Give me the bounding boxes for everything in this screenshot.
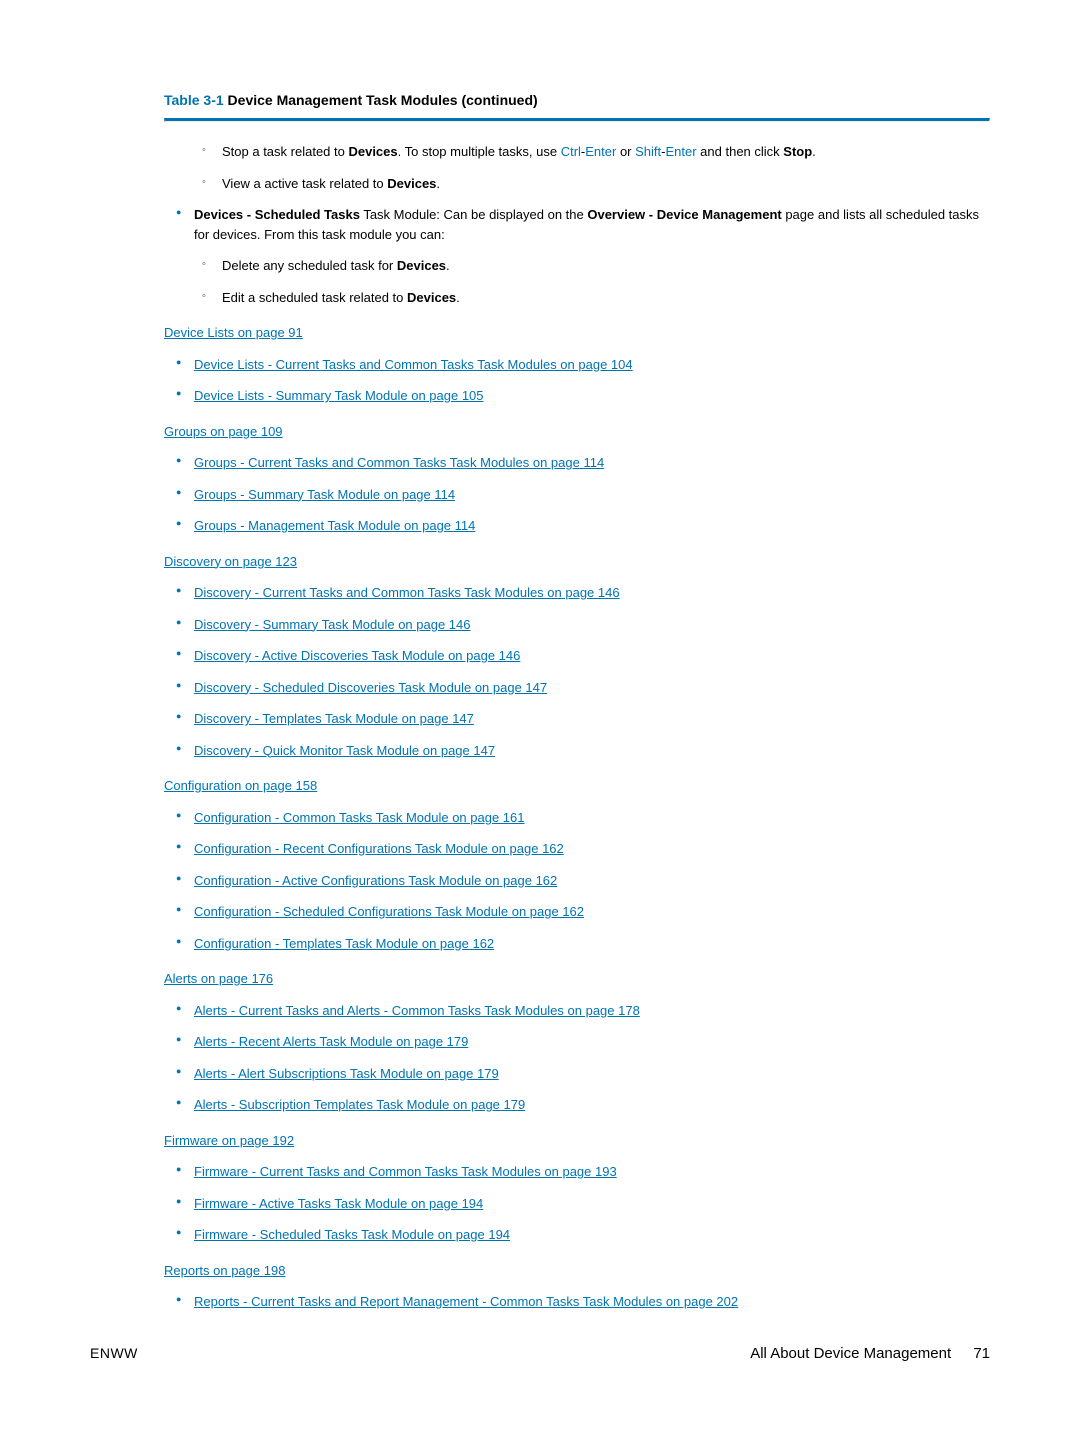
list-item-link[interactable]: Firmware - Current Tasks and Common Task… — [194, 1164, 617, 1179]
list-item: Alerts - Current Tasks and Alerts - Comm… — [164, 1001, 990, 1021]
footer-section-title: All About Device Management — [750, 1345, 951, 1362]
list-item: Configuration - Common Tasks Task Module… — [164, 808, 990, 828]
list-item-link[interactable]: Alerts - Subscription Templates Task Mod… — [194, 1097, 525, 1112]
list-item: Discovery - Templates Task Module on pag… — [164, 709, 990, 729]
sub-item-stop-task: Stop a task related to Devices. To stop … — [164, 142, 990, 162]
list-item-link[interactable]: Firmware - Active Tasks Task Module on p… — [194, 1196, 483, 1211]
content-body: Stop a task related to Devices. To stop … — [164, 128, 990, 1312]
list-item-link[interactable]: Firmware - Scheduled Tasks Task Module o… — [194, 1227, 510, 1242]
list-item-link[interactable]: Discovery - Quick Monitor Task Module on… — [194, 743, 495, 758]
footer-left: ENWW — [90, 1343, 138, 1364]
section-heading-link[interactable]: Groups on page 109 — [164, 424, 283, 439]
list-item-link[interactable]: Groups - Summary Task Module on page 114 — [194, 487, 455, 502]
list-item-link[interactable]: Groups - Current Tasks and Common Tasks … — [194, 455, 604, 470]
list-item: Configuration - Active Configurations Ta… — [164, 871, 990, 891]
list-item: Discovery - Summary Task Module on page … — [164, 615, 990, 635]
scheduled-tasks-bullet: Devices - Scheduled Tasks Task Module: C… — [164, 205, 990, 244]
section-heading: Configuration on page 158 — [164, 776, 990, 796]
list-item: Alerts - Subscription Templates Task Mod… — [164, 1095, 990, 1115]
list-item-link[interactable]: Discovery - Active Discoveries Task Modu… — [194, 648, 520, 663]
section-heading-link[interactable]: Discovery on page 123 — [164, 554, 297, 569]
list-item-link[interactable]: Device Lists - Current Tasks and Common … — [194, 357, 633, 372]
section-heading: Reports on page 198 — [164, 1261, 990, 1281]
list-item-link[interactable]: Discovery - Scheduled Discoveries Task M… — [194, 680, 547, 695]
list-item-link[interactable]: Reports - Current Tasks and Report Manag… — [194, 1294, 738, 1309]
list-item: Discovery - Scheduled Discoveries Task M… — [164, 678, 990, 698]
section-heading: Firmware on page 192 — [164, 1131, 990, 1151]
footer-right: All About Device Management 71 — [750, 1343, 990, 1366]
list-item-link[interactable]: Alerts - Recent Alerts Task Module on pa… — [194, 1034, 468, 1049]
list-item-link[interactable]: Groups - Management Task Module on page … — [194, 518, 475, 533]
page-footer: ENWW All About Device Management 71 — [90, 1343, 990, 1366]
list-item: Discovery - Active Discoveries Task Modu… — [164, 646, 990, 666]
list-item-link[interactable]: Discovery - Current Tasks and Common Tas… — [194, 585, 620, 600]
sub-item-delete-scheduled: Delete any scheduled task for Devices. — [164, 256, 990, 276]
list-item-link[interactable]: Alerts - Current Tasks and Alerts - Comm… — [194, 1003, 640, 1018]
list-item-link[interactable]: Alerts - Alert Subscriptions Task Module… — [194, 1066, 499, 1081]
list-item-link[interactable]: Configuration - Templates Task Module on… — [194, 936, 494, 951]
list-item: Alerts - Recent Alerts Task Module on pa… — [164, 1032, 990, 1052]
section-heading-link[interactable]: Firmware on page 192 — [164, 1133, 294, 1148]
list-item: Firmware - Scheduled Tasks Task Module o… — [164, 1225, 990, 1245]
list-item: Device Lists - Summary Task Module on pa… — [164, 386, 990, 406]
sub-item-edit-scheduled: Edit a scheduled task related to Devices… — [164, 288, 990, 308]
section-list: Device Lists - Current Tasks and Common … — [164, 355, 990, 406]
section-heading: Device Lists on page 91 — [164, 323, 990, 343]
list-item: Discovery - Current Tasks and Common Tas… — [164, 583, 990, 603]
footer-page-number: 71 — [973, 1345, 990, 1362]
section-list: Firmware - Current Tasks and Common Task… — [164, 1162, 990, 1245]
list-item-link[interactable]: Device Lists - Summary Task Module on pa… — [194, 388, 484, 403]
sub-item-view-task: View a active task related to Devices. — [164, 174, 990, 194]
table-title: Device Management Task Modules (continue… — [228, 92, 538, 108]
list-item: Device Lists - Current Tasks and Common … — [164, 355, 990, 375]
list-item: Reports - Current Tasks and Report Manag… — [164, 1292, 990, 1312]
list-item: Firmware - Current Tasks and Common Task… — [164, 1162, 990, 1182]
list-item: Discovery - Quick Monitor Task Module on… — [164, 741, 990, 761]
list-item: Configuration - Recent Configurations Ta… — [164, 839, 990, 859]
page: Table 3-1 Device Management Task Modules… — [0, 0, 1080, 1437]
section-heading-link[interactable]: Alerts on page 176 — [164, 971, 273, 986]
section-heading: Discovery on page 123 — [164, 552, 990, 572]
list-item: Groups - Current Tasks and Common Tasks … — [164, 453, 990, 473]
section-list: Configuration - Common Tasks Task Module… — [164, 808, 990, 954]
list-item: Alerts - Alert Subscriptions Task Module… — [164, 1064, 990, 1084]
list-item: Firmware - Active Tasks Task Module on p… — [164, 1194, 990, 1214]
list-item-link[interactable]: Configuration - Recent Configurations Ta… — [194, 841, 564, 856]
section-heading-link[interactable]: Device Lists on page 91 — [164, 325, 303, 340]
list-item-link[interactable]: Configuration - Common Tasks Task Module… — [194, 810, 524, 825]
sections-container: Device Lists on page 91 Device Lists - Cu… — [164, 323, 990, 1312]
list-item: Groups - Management Task Module on page … — [164, 516, 990, 536]
table-label: Table 3-1 — [164, 92, 224, 108]
section-heading: Groups on page 109 — [164, 422, 990, 442]
table-top-border — [164, 118, 990, 122]
section-list: Reports - Current Tasks and Report Manag… — [164, 1292, 990, 1312]
list-item: Groups - Summary Task Module on page 114 — [164, 485, 990, 505]
table-caption: Table 3-1 Device Management Task Modules… — [164, 90, 990, 111]
list-item-link[interactable]: Discovery - Templates Task Module on pag… — [194, 711, 474, 726]
section-heading: Alerts on page 176 — [164, 969, 990, 989]
list-item-link[interactable]: Configuration - Active Configurations Ta… — [194, 873, 557, 888]
section-heading-link[interactable]: Configuration on page 158 — [164, 778, 317, 793]
list-item-link[interactable]: Discovery - Summary Task Module on page … — [194, 617, 471, 632]
list-item: Configuration - Templates Task Module on… — [164, 934, 990, 954]
section-list: Alerts - Current Tasks and Alerts - Comm… — [164, 1001, 990, 1115]
list-item: Configuration - Scheduled Configurations… — [164, 902, 990, 922]
section-list: Groups - Current Tasks and Common Tasks … — [164, 453, 990, 536]
list-item-link[interactable]: Configuration - Scheduled Configurations… — [194, 904, 584, 919]
section-list: Discovery - Current Tasks and Common Tas… — [164, 583, 990, 760]
section-heading-link[interactable]: Reports on page 198 — [164, 1263, 285, 1278]
